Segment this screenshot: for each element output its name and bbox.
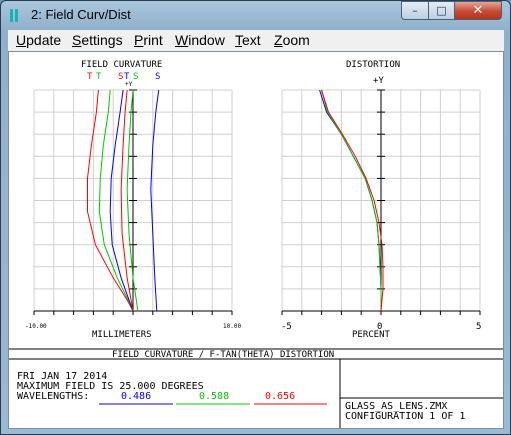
footer-configuration: CONFIGURATION 1 OF 1 [345,411,466,422]
dist-xlabel: PERCENT [352,330,391,340]
dist-axis-label: +Y [373,76,384,86]
legend-blue-s: S [155,72,160,82]
footer-caption: FIELD CURVATURE / F-TAN(THETA) DISTORTIO… [112,350,334,360]
fc-xlabel: MILLIMETERS [92,330,152,340]
menu-update[interactable]: Update [16,32,61,48]
legend-red-s: S [118,72,123,82]
plot-area: FIELD CURVATURE T T S T S S +Y DISTORTIO… [8,51,504,429]
legend-green-t: T [96,72,102,82]
dist-xtick-min: -5 [281,322,292,332]
minimize-button[interactable]: – [401,1,429,20]
menu-print[interactable]: Print [134,32,163,48]
distortion-title: DISTORTION [346,60,400,70]
legend-red-t: T [87,72,93,82]
menu-text[interactable]: Text [235,32,261,48]
menu-bar: Update Settings Print Window Text Zoom [8,30,504,51]
close-button[interactable]: ✕ [454,1,502,20]
wavelength-red: 0.656 [265,391,296,402]
menu-zoom[interactable]: Zoom [274,32,310,48]
legend-green-s: S [133,72,138,82]
wavelength-green: 0.588 [199,391,230,402]
menu-settings[interactable]: Settings [72,32,123,48]
menu-window[interactable]: Window [175,32,225,48]
field-curvature-grid [33,89,233,315]
window-title: 2: Field Curv/Dist [31,7,131,22]
fc-xtick-max: 10.00 [223,323,241,330]
app-icon [10,9,19,22]
maximize-button[interactable]: □ [428,1,455,20]
title-bar[interactable]: 2: Field Curv/Dist – □ ✕ [1,1,510,29]
app-window: 2: Field Curv/Dist – □ ✕ Update Settings… [0,0,511,435]
wavelength-blue: 0.486 [121,391,152,402]
fc-xtick-min: -10.00 [25,323,47,330]
dist-xtick-max: 5 [476,322,481,332]
footer-wavelengths-label: WAVELENGTHS: [17,391,90,402]
fc-axis-label: +Y [125,81,133,88]
field-curvature-title: FIELD CURVATURE [81,60,162,70]
